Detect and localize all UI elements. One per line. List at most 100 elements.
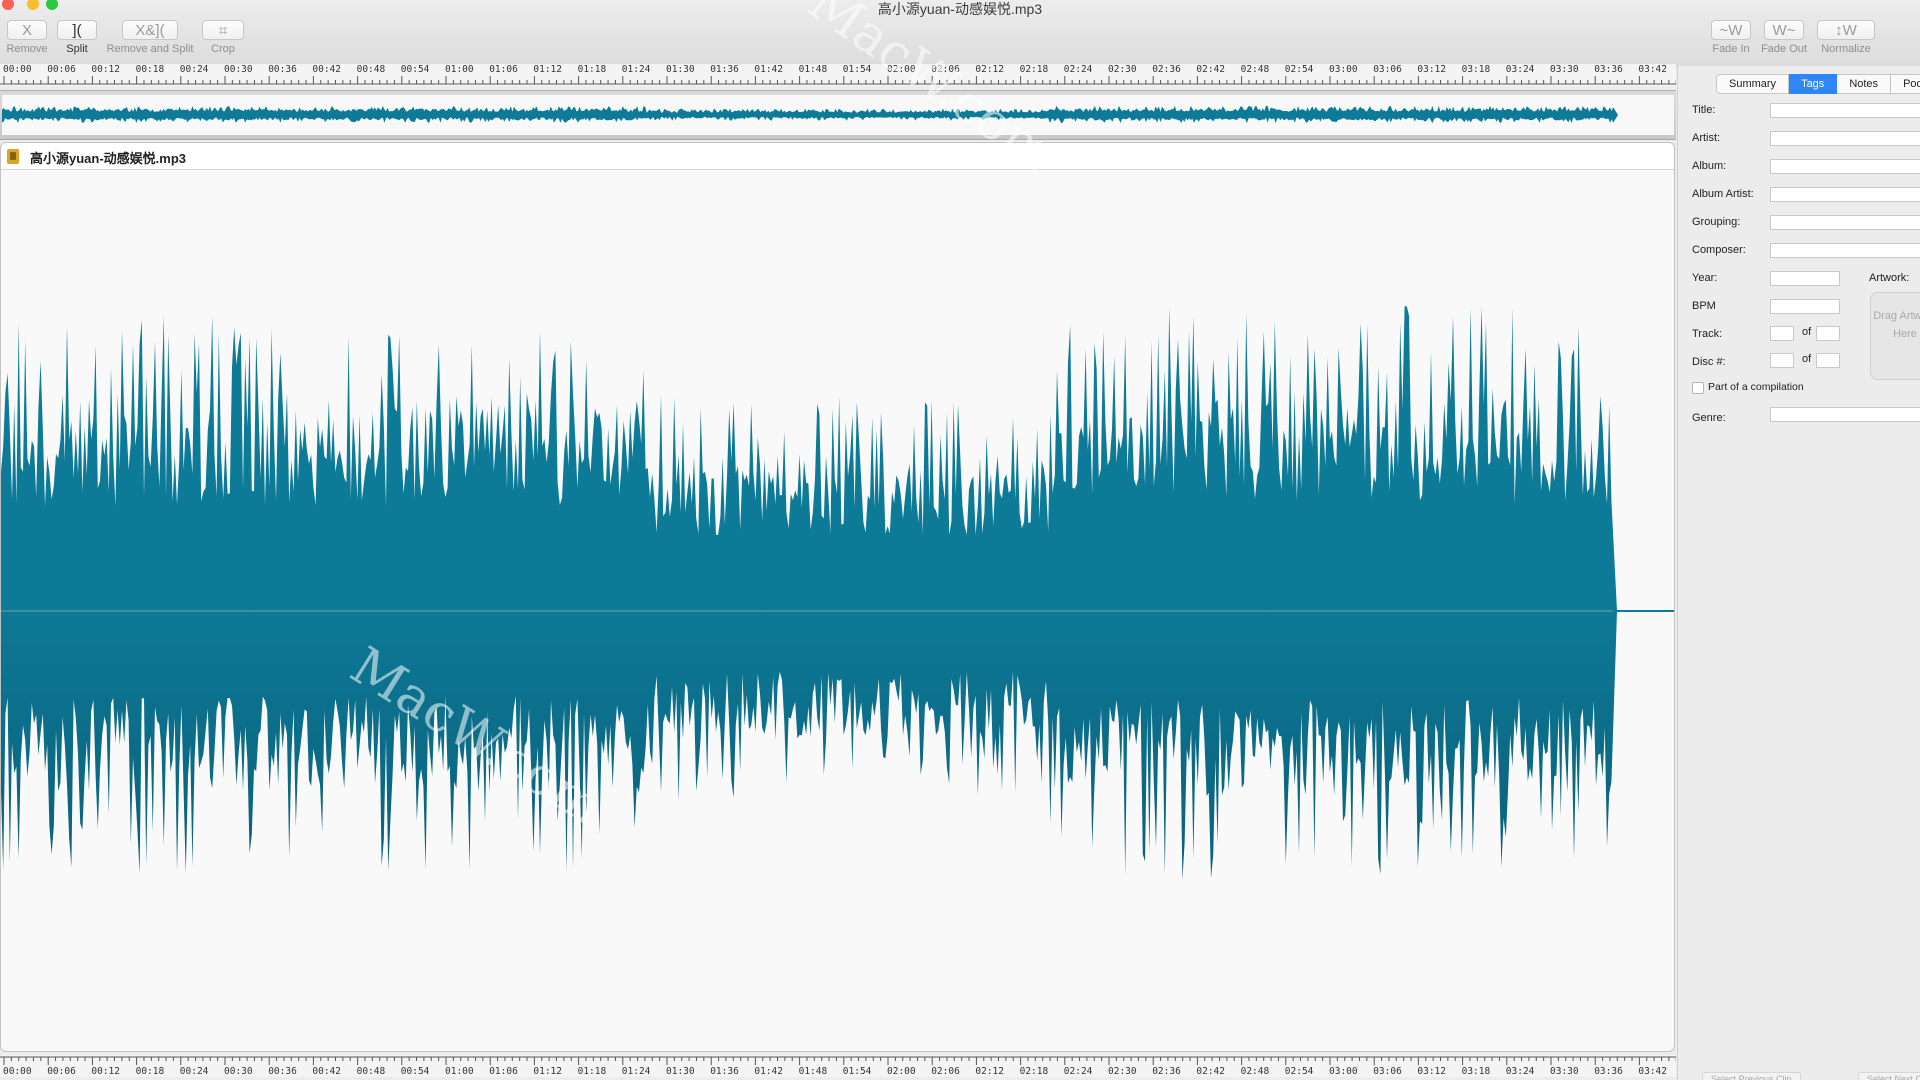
bpm-field[interactable]	[1770, 299, 1840, 314]
album-artist-field[interactable]	[1770, 187, 1920, 202]
tab-tags[interactable]: Tags	[1789, 74, 1838, 94]
clip-header[interactable]: 高小源yuan-动感娱悦.mp3	[1, 143, 1674, 170]
title-field[interactable]	[1770, 103, 1920, 118]
remove-and-split-button[interactable]: X&]( Remove and Split	[104, 20, 196, 55]
artist-label: Artist:	[1692, 132, 1721, 144]
ruler-tick-label: 00:42	[312, 64, 341, 75]
ruler-tick-label: 02:48	[1240, 1066, 1270, 1077]
ruler-tick-label: 03:00	[1329, 64, 1358, 75]
ruler-tick-label: 03:42	[1638, 1066, 1667, 1077]
waveform[interactable]	[1, 170, 1674, 1050]
ruler-tick-label: 03:36	[1594, 1066, 1623, 1077]
ruler-tick-label: 03:18	[1461, 64, 1491, 75]
timeline-ruler-top[interactable]: 00:00 00:06 00:12 00:18 00:24 00:30 00:36 00:42…	[0, 64, 1676, 86]
remove-and-split-label: Remove and Split	[106, 43, 194, 55]
timeline-ruler-bottom[interactable]: 00:00 00:06 00:12 00:18 00:24 00:30 00:36 00:42…	[0, 1055, 1676, 1077]
normalize-button[interactable]: ↕W Normalize	[1816, 20, 1876, 55]
fade-in-label: Fade In	[1712, 43, 1750, 55]
compilation-checkbox[interactable]	[1692, 382, 1704, 394]
ruler-tick-label: 02:30	[1108, 64, 1137, 75]
audio-file-icon	[7, 149, 19, 164]
ruler-tick-label: 01:42	[754, 64, 783, 75]
ruler-tick-label: 01:18	[577, 64, 607, 75]
fade-in-button[interactable]: ~W Fade In	[1710, 20, 1752, 55]
ruler-tick-label: 02:06	[931, 64, 960, 75]
ruler-tick-label: 01:30	[666, 64, 695, 75]
artwork-drop-area[interactable]: Drag Artwork Here	[1870, 292, 1920, 380]
ruler-tick-label: 01:24	[621, 1066, 651, 1077]
artist-field[interactable]	[1770, 131, 1920, 146]
waveform-shape	[1, 306, 1617, 881]
split-bracket-icon: ](	[57, 20, 97, 40]
clip-filename: 高小源yuan-动感娱悦.mp3	[30, 151, 187, 166]
ruler-tick-label: 00:48	[356, 64, 386, 75]
ruler-tick-label: 00:54	[400, 1066, 430, 1077]
track-label: Track:	[1692, 328, 1723, 340]
grouping-label: Grouping:	[1692, 216, 1741, 228]
ruler-tick-label: 03:24	[1505, 1066, 1535, 1077]
album-field[interactable]	[1770, 159, 1920, 174]
ruler-tick-label: 03:12	[1417, 1066, 1446, 1077]
overview-waveform[interactable]	[2, 95, 1674, 135]
ruler-tick-label: 00:06	[47, 1066, 76, 1077]
ruler-tick-label: 03:06	[1373, 1066, 1402, 1077]
select-previous-clip-button[interactable]: Select Previous Clip	[1702, 1072, 1801, 1080]
tab-podcast[interactable]: Podcast	[1891, 74, 1920, 94]
disc-label: Disc #:	[1692, 356, 1726, 368]
crop-button[interactable]: ⌗ Crop	[202, 20, 244, 55]
tab-summary[interactable]: Summary	[1716, 74, 1790, 94]
ruler-tick-label: 01:48	[798, 64, 828, 75]
split-label: Split	[66, 43, 88, 55]
ruler-tick-label: 00:42	[312, 1066, 341, 1077]
ruler-tick-label: 01:24	[621, 64, 651, 75]
ruler-tick-label: 00:12	[91, 1066, 120, 1077]
remove-button[interactable]: X Remove	[6, 20, 48, 55]
overview-waveform-shape	[2, 105, 1618, 124]
composer-field[interactable]	[1770, 243, 1920, 258]
ruler-tick-label: 03:00	[1329, 1066, 1358, 1077]
ruler-tick-label: 03:06	[1373, 64, 1402, 75]
overview-waveform-graphic	[2, 105, 1618, 124]
disc-of-label: of	[1802, 353, 1812, 365]
fade-out-wave-icon: W~	[1764, 20, 1804, 40]
ruler-tick-label: 00:18	[135, 1066, 165, 1077]
fade-out-button[interactable]: W~ Fade Out	[1761, 20, 1807, 55]
overview-timeline[interactable]	[0, 90, 1676, 140]
audio-clip[interactable]: 高小源yuan-动感娱悦.mp3	[0, 142, 1675, 1052]
ruler-tick-label: 01:06	[489, 64, 518, 75]
ruler-tick-label: 02:42	[1196, 1066, 1225, 1077]
fade-out-label: Fade Out	[1761, 43, 1807, 55]
track-number-field[interactable]	[1770, 326, 1794, 341]
split-button[interactable]: ]( Split	[56, 20, 98, 55]
ruler-tick-label: 01:36	[710, 64, 739, 75]
normalize-label: Normalize	[1821, 43, 1871, 55]
grouping-field[interactable]	[1770, 215, 1920, 230]
ruler-tick-label: 00:36	[268, 1066, 297, 1077]
ruler-tick-label: 02:54	[1284, 1066, 1314, 1077]
inspector-tabs: Summary Tags Notes Podcast	[1716, 74, 1920, 94]
disc-number-field[interactable]	[1770, 353, 1794, 368]
disc-total-field[interactable]	[1816, 353, 1840, 368]
tab-notes[interactable]: Notes	[1837, 74, 1892, 94]
ruler-tick-label: 01:00	[445, 64, 474, 75]
ruler-tick-label: 00:00	[3, 1066, 32, 1077]
genre-field[interactable]	[1770, 407, 1920, 422]
ruler-tick-label: 03:18	[1461, 1066, 1491, 1077]
ruler-tick-label: 02:36	[1152, 1066, 1181, 1077]
album-label: Album:	[1692, 160, 1727, 172]
ruler-tick-label: 03:12	[1417, 64, 1446, 75]
select-next-clip-button[interactable]: Select Next Clip	[1858, 1072, 1920, 1080]
ruler-tick-label: 00:48	[356, 1066, 386, 1077]
ruler-tick-label: 02:06	[931, 1066, 960, 1077]
ruler-tick-label: 01:00	[445, 1066, 474, 1077]
genre-label: Genre:	[1692, 412, 1726, 424]
ruler-tick-label: 00:18	[135, 64, 165, 75]
track-total-field[interactable]	[1816, 326, 1840, 341]
ruler-tick-label: 02:12	[975, 1066, 1004, 1077]
ruler-tick-label: 01:54	[842, 64, 872, 75]
ruler-tick-label: 00:12	[91, 64, 120, 75]
toolbar: 高小源yuan-动感娱悦.mp3 X Remove ]( Split X&]( …	[0, 0, 1920, 67]
year-field[interactable]	[1770, 271, 1840, 286]
title-label: Title:	[1692, 104, 1716, 116]
ruler-tick-label: 01:36	[710, 1066, 739, 1077]
